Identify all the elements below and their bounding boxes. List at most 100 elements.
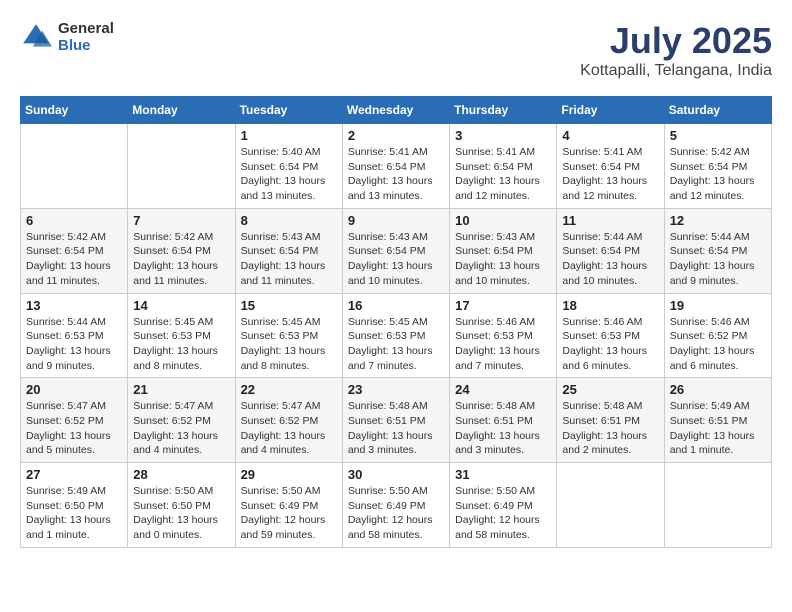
calendar-cell: 7 Sunrise: 5:42 AM Sunset: 6:54 PM Daylig… — [128, 208, 235, 293]
day-detail: Sunrise: 5:46 AM Sunset: 6:52 PM Dayligh… — [670, 315, 766, 374]
calendar-cell — [128, 124, 235, 209]
calendar-cell: 10 Sunrise: 5:43 AM Sunset: 6:54 PM Dayli… — [450, 208, 557, 293]
header-monday: Monday — [128, 97, 235, 124]
day-number: 17 — [455, 298, 551, 313]
day-number: 18 — [562, 298, 658, 313]
day-detail: Sunrise: 5:47 AM Sunset: 6:52 PM Dayligh… — [133, 399, 229, 458]
calendar-cell: 16 Sunrise: 5:45 AM Sunset: 6:53 PM Dayli… — [342, 293, 449, 378]
header-saturday: Saturday — [664, 97, 771, 124]
day-detail: Sunrise: 5:43 AM Sunset: 6:54 PM Dayligh… — [348, 230, 444, 289]
day-number: 24 — [455, 382, 551, 397]
page-subtitle: Kottapalli, Telangana, India — [580, 62, 772, 80]
calendar-cell: 4Sunrise: 5:41 AM Sunset: 6:54 PM Daylig… — [557, 124, 664, 209]
day-detail: Sunrise: 5:44 AM Sunset: 6:53 PM Dayligh… — [26, 315, 122, 374]
day-detail: Sunrise: 5:48 AM Sunset: 6:51 PM Dayligh… — [348, 399, 444, 458]
logo-icon — [20, 21, 52, 53]
logo-general: General — [58, 20, 114, 37]
day-detail: Sunrise: 5:49 AM Sunset: 6:50 PM Dayligh… — [26, 484, 122, 543]
calendar-cell: 26Sunrise: 5:49 AM Sunset: 6:51 PM Dayli… — [664, 378, 771, 463]
day-detail: Sunrise: 5:42 AM Sunset: 6:54 PM Dayligh… — [133, 230, 229, 289]
day-number: 25 — [562, 382, 658, 397]
header-row: SundayMondayTuesdayWednesdayThursdayFrid… — [21, 97, 772, 124]
day-number: 11 — [562, 213, 658, 228]
day-number: 5 — [670, 128, 766, 143]
day-detail: Sunrise: 5:49 AM Sunset: 6:51 PM Dayligh… — [670, 399, 766, 458]
day-detail: Sunrise: 5:50 AM Sunset: 6:49 PM Dayligh… — [348, 484, 444, 543]
calendar-cell: 27Sunrise: 5:49 AM Sunset: 6:50 PM Dayli… — [21, 463, 128, 548]
calendar-cell: 24 Sunrise: 5:48 AM Sunset: 6:51 PM Dayli… — [450, 378, 557, 463]
day-detail: Sunrise: 5:42 AM Sunset: 6:54 PM Dayligh… — [26, 230, 122, 289]
page-header: General Blue July 2025 Kottapalli, Telan… — [20, 20, 772, 80]
calendar-cell: 22 Sunrise: 5:47 AM Sunset: 6:52 PM Dayli… — [235, 378, 342, 463]
calendar-cell: 8 Sunrise: 5:43 AM Sunset: 6:54 PM Daylig… — [235, 208, 342, 293]
calendar-cell: 25 Sunrise: 5:48 AM Sunset: 6:51 PM Dayli… — [557, 378, 664, 463]
day-number: 8 — [241, 213, 337, 228]
day-number: 7 — [133, 213, 229, 228]
header-thursday: Thursday — [450, 97, 557, 124]
calendar-cell: 20 Sunrise: 5:47 AM Sunset: 6:52 PM Dayli… — [21, 378, 128, 463]
calendar-body: 1 Sunrise: 5:40 AM Sunset: 6:54 PM Daylig… — [21, 124, 772, 548]
day-detail: Sunrise: 5:46 AM Sunset: 6:53 PM Dayligh… — [455, 315, 551, 374]
week-row-2: 6Sunrise: 5:42 AM Sunset: 6:54 PM Daylig… — [21, 208, 772, 293]
calendar-cell: 12 Sunrise: 5:44 AM Sunset: 6:54 PM Dayli… — [664, 208, 771, 293]
day-detail: Sunrise: 5:48 AM Sunset: 6:51 PM Dayligh… — [562, 399, 658, 458]
calendar-cell — [664, 463, 771, 548]
calendar-cell: 5 Sunrise: 5:42 AM Sunset: 6:54 PM Daylig… — [664, 124, 771, 209]
day-number: 4 — [562, 128, 658, 143]
calendar-cell: 23Sunrise: 5:48 AM Sunset: 6:51 PM Dayli… — [342, 378, 449, 463]
day-number: 1 — [241, 128, 337, 143]
day-number: 19 — [670, 298, 766, 313]
calendar-cell: 15Sunrise: 5:45 AM Sunset: 6:53 PM Dayli… — [235, 293, 342, 378]
calendar-cell: 30Sunrise: 5:50 AM Sunset: 6:49 PM Dayli… — [342, 463, 449, 548]
calendar-cell: 18 Sunrise: 5:46 AM Sunset: 6:53 PM Dayli… — [557, 293, 664, 378]
header-friday: Friday — [557, 97, 664, 124]
day-number: 12 — [670, 213, 766, 228]
day-detail: Sunrise: 5:47 AM Sunset: 6:52 PM Dayligh… — [26, 399, 122, 458]
day-detail: Sunrise: 5:42 AM Sunset: 6:54 PM Dayligh… — [670, 145, 766, 204]
day-detail: Sunrise: 5:43 AM Sunset: 6:54 PM Dayligh… — [241, 230, 337, 289]
header-tuesday: Tuesday — [235, 97, 342, 124]
calendar-cell: 19 Sunrise: 5:46 AM Sunset: 6:52 PM Dayli… — [664, 293, 771, 378]
day-detail: Sunrise: 5:48 AM Sunset: 6:51 PM Dayligh… — [455, 399, 551, 458]
week-row-1: 1 Sunrise: 5:40 AM Sunset: 6:54 PM Daylig… — [21, 124, 772, 209]
logo: General Blue — [20, 20, 114, 54]
calendar-cell: 3Sunrise: 5:41 AM Sunset: 6:54 PM Daylig… — [450, 124, 557, 209]
calendar-cell: 13Sunrise: 5:44 AM Sunset: 6:53 PM Dayli… — [21, 293, 128, 378]
title-block: July 2025 Kottapalli, Telangana, India — [580, 20, 772, 80]
day-detail: Sunrise: 5:44 AM Sunset: 6:54 PM Dayligh… — [562, 230, 658, 289]
calendar-cell: 14Sunrise: 5:45 AM Sunset: 6:53 PM Dayli… — [128, 293, 235, 378]
day-number: 22 — [241, 382, 337, 397]
calendar-cell: 21Sunrise: 5:47 AM Sunset: 6:52 PM Dayli… — [128, 378, 235, 463]
calendar-table: SundayMondayTuesdayWednesdayThursdayFrid… — [20, 96, 772, 548]
day-number: 10 — [455, 213, 551, 228]
day-detail: Sunrise: 5:50 AM Sunset: 6:49 PM Dayligh… — [241, 484, 337, 543]
header-wednesday: Wednesday — [342, 97, 449, 124]
day-detail: Sunrise: 5:45 AM Sunset: 6:53 PM Dayligh… — [348, 315, 444, 374]
day-number: 20 — [26, 382, 122, 397]
calendar-cell: 31Sunrise: 5:50 AM Sunset: 6:49 PM Dayli… — [450, 463, 557, 548]
day-number: 16 — [348, 298, 444, 313]
page-title: July 2025 — [580, 20, 772, 62]
calendar-cell: 29 Sunrise: 5:50 AM Sunset: 6:49 PM Dayli… — [235, 463, 342, 548]
day-detail: Sunrise: 5:45 AM Sunset: 6:53 PM Dayligh… — [241, 315, 337, 374]
day-detail: Sunrise: 5:41 AM Sunset: 6:54 PM Dayligh… — [348, 145, 444, 204]
day-detail: Sunrise: 5:46 AM Sunset: 6:53 PM Dayligh… — [562, 315, 658, 374]
calendar-cell: 9 Sunrise: 5:43 AM Sunset: 6:54 PM Daylig… — [342, 208, 449, 293]
calendar-cell: 17 Sunrise: 5:46 AM Sunset: 6:53 PM Dayli… — [450, 293, 557, 378]
calendar-cell: 6Sunrise: 5:42 AM Sunset: 6:54 PM Daylig… — [21, 208, 128, 293]
day-number: 9 — [348, 213, 444, 228]
day-number: 3 — [455, 128, 551, 143]
header-sunday: Sunday — [21, 97, 128, 124]
week-row-3: 13Sunrise: 5:44 AM Sunset: 6:53 PM Dayli… — [21, 293, 772, 378]
day-detail: Sunrise: 5:43 AM Sunset: 6:54 PM Dayligh… — [455, 230, 551, 289]
day-detail: Sunrise: 5:40 AM Sunset: 6:54 PM Dayligh… — [241, 145, 337, 204]
day-number: 31 — [455, 467, 551, 482]
calendar-cell: 2Sunrise: 5:41 AM Sunset: 6:54 PM Daylig… — [342, 124, 449, 209]
day-detail: Sunrise: 5:44 AM Sunset: 6:54 PM Dayligh… — [670, 230, 766, 289]
calendar-cell — [21, 124, 128, 209]
day-number: 14 — [133, 298, 229, 313]
calendar-cell — [557, 463, 664, 548]
day-detail: Sunrise: 5:47 AM Sunset: 6:52 PM Dayligh… — [241, 399, 337, 458]
calendar-header: SundayMondayTuesdayWednesdayThursdayFrid… — [21, 97, 772, 124]
day-number: 29 — [241, 467, 337, 482]
